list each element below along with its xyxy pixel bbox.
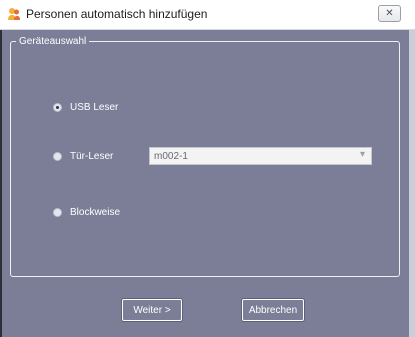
- radio-door-reader[interactable]: Tür-Leser: [53, 151, 113, 162]
- radio-button[interactable]: [53, 208, 62, 217]
- radio-block-mode[interactable]: Blockweise: [53, 207, 120, 218]
- device-dropdown[interactable]: m002-1 ▾: [149, 147, 372, 165]
- close-icon: ✕: [385, 8, 394, 19]
- radio-button[interactable]: [53, 152, 62, 161]
- window-title: Personen automatisch hinzufügen: [26, 7, 208, 21]
- radio-label: Blockweise: [70, 207, 121, 218]
- close-button[interactable]: ✕: [378, 5, 401, 22]
- window-border-right: [409, 30, 415, 337]
- dialog-window: Personen automatisch hinzufügen ✕ Geräte…: [0, 0, 415, 337]
- radio-label: Tür-Leser: [70, 151, 114, 162]
- title-bar[interactable]: Personen automatisch hinzufügen ✕: [0, 0, 415, 30]
- radio-label: USB Leser: [70, 102, 119, 113]
- chevron-down-icon: ▾: [359, 149, 365, 160]
- cancel-button[interactable]: Abbrechen: [242, 299, 304, 321]
- people-add-icon: [8, 8, 20, 20]
- group-legend: Geräteauswahl: [16, 36, 90, 47]
- radio-button-checked[interactable]: [53, 103, 62, 112]
- radio-usb-reader[interactable]: USB Leser: [53, 102, 118, 113]
- next-button[interactable]: Weiter >: [122, 299, 182, 321]
- window-border-left: [0, 30, 2, 337]
- device-dropdown-value: m002-1: [154, 151, 188, 162]
